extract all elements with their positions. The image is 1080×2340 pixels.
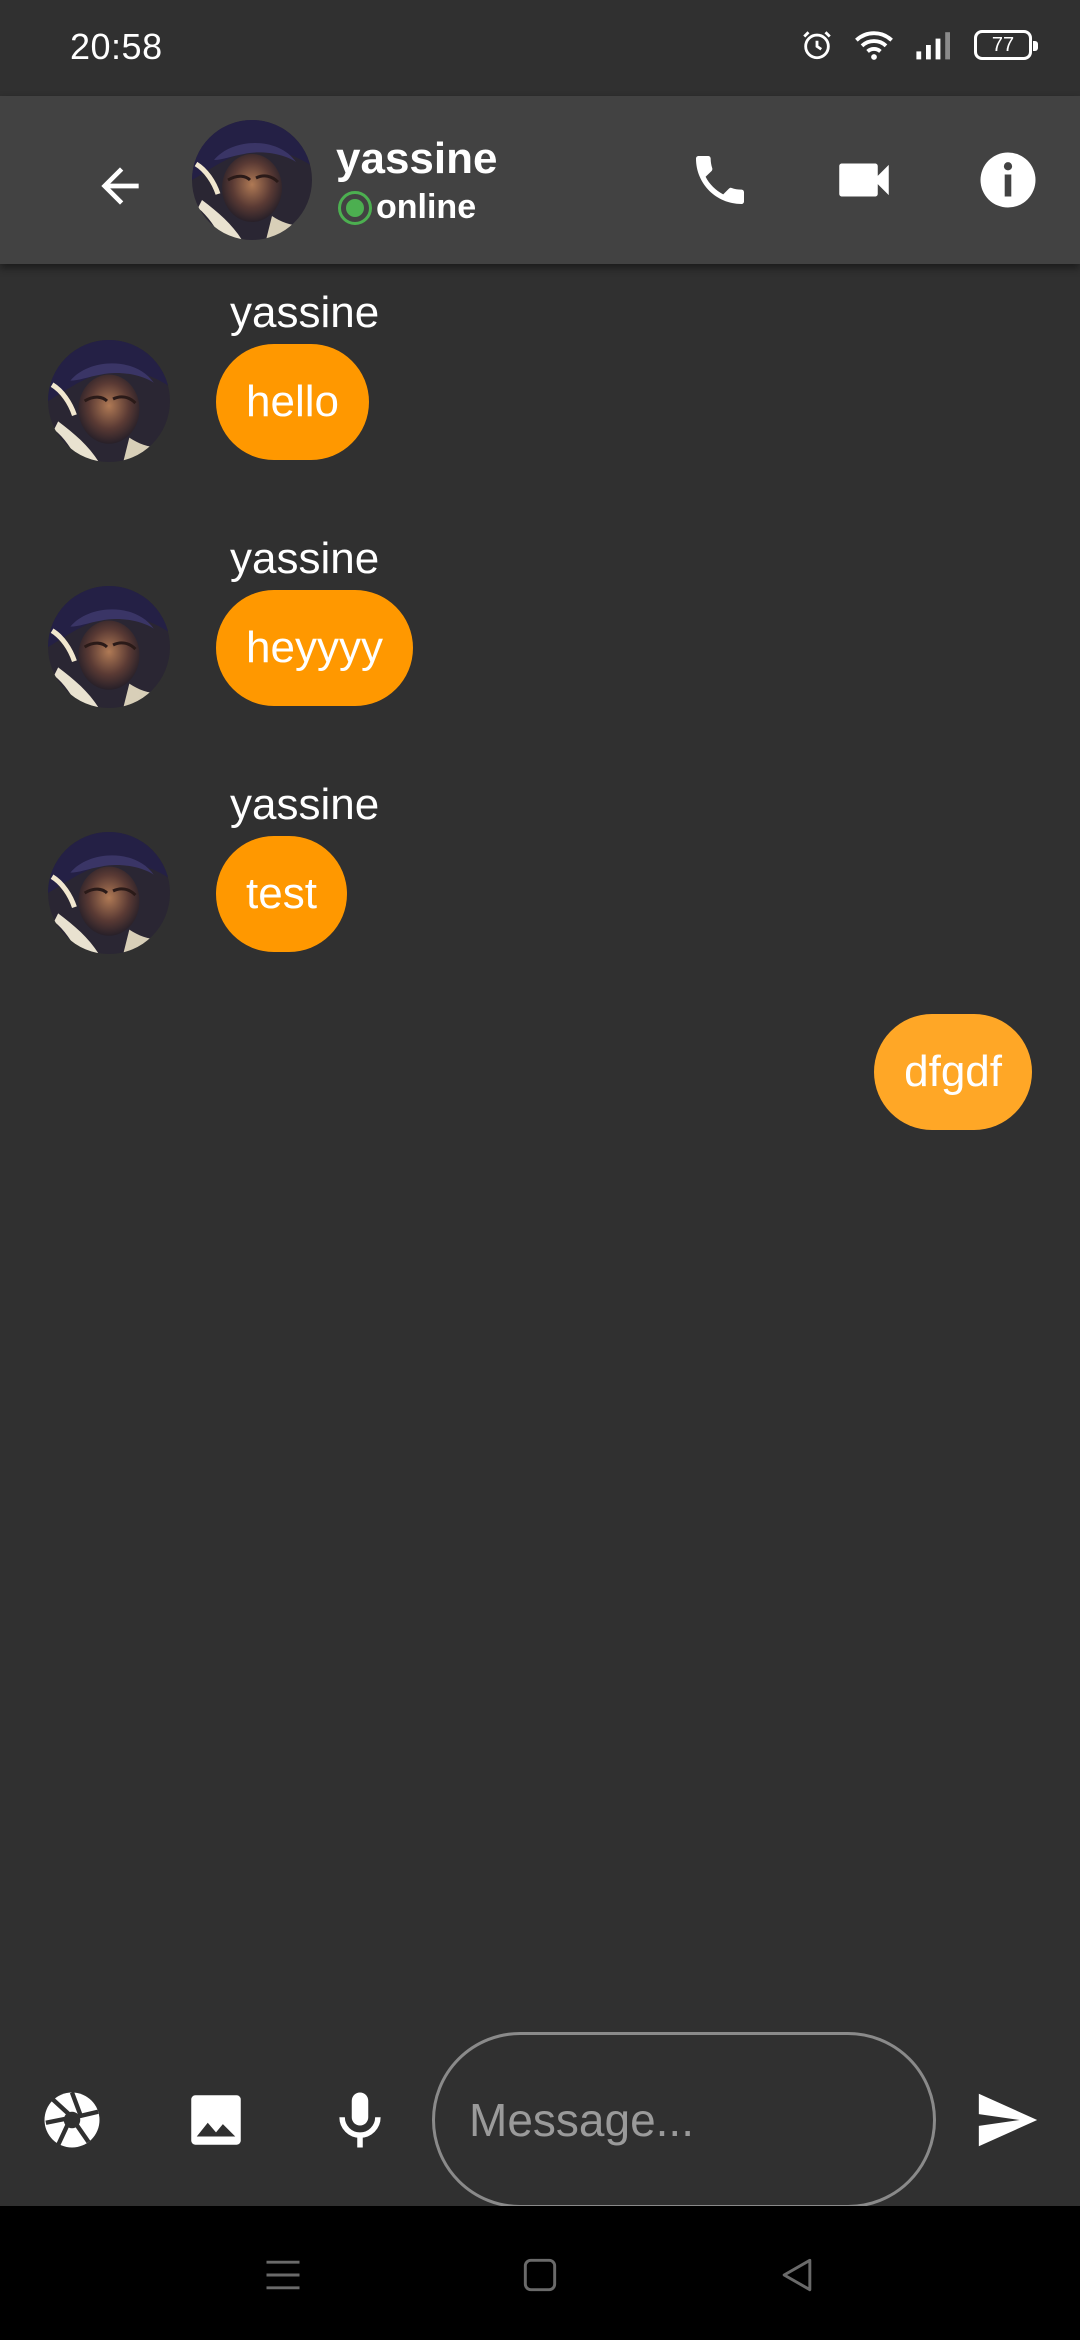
microphone-icon bbox=[339, 2092, 381, 2148]
nav-back-button[interactable] bbox=[762, 2240, 832, 2310]
system-navigation-bar bbox=[0, 2206, 1080, 2340]
sender-avatar[interactable] bbox=[48, 832, 170, 954]
video-camera-icon bbox=[839, 163, 889, 197]
online-indicator-icon bbox=[338, 190, 372, 225]
message-row: yassine hello bbox=[0, 274, 1080, 464]
status-time: 20:58 bbox=[70, 26, 163, 67]
presence-label: online bbox=[376, 188, 477, 226]
sender-avatar[interactable] bbox=[48, 340, 170, 462]
battery-level: 77 bbox=[991, 33, 1015, 56]
status-bar: 20:58 77 bbox=[0, 0, 1080, 96]
status-icons: 77 bbox=[800, 28, 1038, 62]
video-call-button[interactable] bbox=[824, 140, 904, 220]
phone-icon bbox=[696, 156, 744, 204]
sender-avatar[interactable] bbox=[48, 586, 170, 708]
message-row: yassine test bbox=[0, 766, 1080, 956]
wifi-icon bbox=[854, 29, 894, 61]
nav-home-button[interactable] bbox=[505, 2240, 575, 2310]
contact-name[interactable]: yassine bbox=[336, 134, 497, 184]
back-button[interactable] bbox=[80, 146, 160, 226]
send-icon bbox=[978, 2093, 1038, 2147]
voice-call-button[interactable] bbox=[680, 140, 760, 220]
contact-avatar[interactable] bbox=[192, 120, 312, 240]
image-icon bbox=[191, 2095, 241, 2145]
app-bar: yassine online bbox=[0, 96, 1080, 264]
send-button[interactable] bbox=[968, 2080, 1048, 2160]
sender-name: yassine bbox=[230, 534, 380, 583]
message-bubble[interactable]: hello bbox=[216, 344, 369, 460]
message-bubble[interactable]: heyyyy bbox=[216, 590, 413, 706]
presence-status: online bbox=[338, 188, 476, 227]
menu-icon bbox=[266, 2260, 300, 2290]
camera-shutter-icon bbox=[44, 2091, 100, 2148]
message-input[interactable] bbox=[432, 2032, 936, 2208]
outgoing-message-bubble[interactable]: dfgdf bbox=[874, 1014, 1032, 1130]
alarm-icon bbox=[800, 28, 834, 62]
contact-info-button[interactable] bbox=[968, 140, 1048, 220]
message-bubble[interactable]: test bbox=[216, 836, 347, 952]
battery-icon: 77 bbox=[974, 30, 1038, 60]
nav-menu-button[interactable] bbox=[248, 2240, 318, 2310]
message-row: yassine heyyyy bbox=[0, 520, 1080, 710]
voice-record-button[interactable] bbox=[320, 2080, 400, 2160]
message-composer bbox=[0, 2010, 1080, 2210]
home-icon bbox=[523, 2258, 557, 2292]
gallery-button[interactable] bbox=[176, 2080, 256, 2160]
back-arrow-icon bbox=[101, 167, 139, 205]
signal-icon bbox=[914, 29, 954, 61]
sender-name: yassine bbox=[230, 780, 380, 829]
info-icon bbox=[980, 152, 1036, 208]
back-triangle-icon bbox=[782, 2258, 812, 2292]
sender-name: yassine bbox=[230, 288, 380, 337]
camera-button[interactable] bbox=[32, 2080, 112, 2160]
